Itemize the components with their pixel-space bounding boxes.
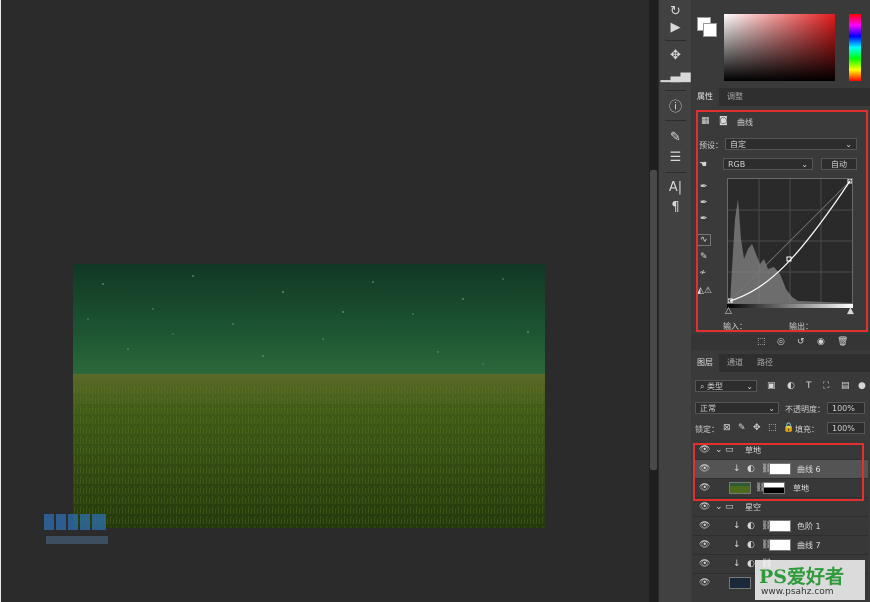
visibility-eye-icon[interactable]: 👁 bbox=[699, 521, 710, 531]
fill-field[interactable]: 100% bbox=[827, 422, 865, 434]
navigator-icon[interactable]: ✥ bbox=[663, 46, 688, 64]
site-watermark: PS爱好者 www.psahz.com bbox=[755, 560, 865, 600]
filter-type-icon[interactable]: T bbox=[806, 381, 812, 391]
blend-mode-value: 正常 bbox=[700, 404, 716, 413]
right-panel-dock: 属性 调整 ▦ ◙ 曲线 预设： 自定 ⌄ ☚ RGB ⌄ 自动 ✒ ✒ ✒ ∿… bbox=[691, 0, 870, 602]
tab-properties[interactable]: 属性 bbox=[691, 88, 719, 106]
tab-adjustments[interactable]: 调整 bbox=[721, 88, 749, 106]
layer-row-curves-7[interactable]: 👁 ↓ ◐ ⛓ 曲线 7 bbox=[693, 536, 868, 555]
filter-pixel-icon[interactable]: ▣ bbox=[767, 381, 776, 391]
clip-to-layer-icon[interactable]: ⬚ bbox=[757, 337, 766, 347]
lock-artboard-icon[interactable]: ⬚ bbox=[768, 423, 777, 433]
adjustment-layer-icon: ◐ bbox=[747, 559, 755, 569]
adjustment-layer-icon: ◐ bbox=[747, 540, 755, 550]
brush-icon[interactable]: ✎ bbox=[663, 128, 688, 146]
properties-footer: ⬚ ◎ ↺ ◉ 🗑 bbox=[691, 334, 870, 350]
layers-highlight-box bbox=[693, 443, 864, 501]
histogram-icon[interactable]: ▁▃▅ bbox=[661, 66, 691, 84]
color-panel bbox=[691, 0, 870, 86]
tab-paths[interactable]: 路径 bbox=[751, 354, 779, 372]
visibility-eye-icon[interactable]: 👁 bbox=[699, 578, 710, 588]
uibq-logo-watermark bbox=[42, 512, 112, 548]
clipping-arrow-icon: ↓ bbox=[733, 559, 741, 569]
panel-icon-strip: ↻ ▶ ✥ ▁▃▅ ⓘ ✎ ☰ A| ¶ bbox=[658, 0, 693, 602]
layer-name: 色阶 1 bbox=[797, 522, 821, 531]
tab-channels[interactable]: 通道 bbox=[721, 354, 749, 372]
properties-tabbar: 属性 调整 bbox=[691, 88, 870, 106]
blend-mode-select[interactable]: 正常 ⌄ bbox=[695, 402, 779, 414]
properties-highlight-box bbox=[696, 110, 868, 332]
layer-name: 曲线 7 bbox=[797, 541, 821, 550]
character-icon[interactable]: A| bbox=[663, 178, 688, 196]
search-icon: ⌕ bbox=[700, 382, 708, 391]
chevron-down-icon[interactable]: ⌄ bbox=[715, 502, 723, 512]
visibility-eye-icon[interactable]: 👁 bbox=[699, 502, 710, 512]
opacity-value: 100% bbox=[832, 404, 855, 413]
lock-position-icon[interactable]: ✥ bbox=[753, 423, 761, 433]
play-icon[interactable]: ▶ bbox=[663, 18, 688, 36]
clipping-arrow-icon: ↓ bbox=[733, 521, 741, 531]
chevron-down-icon: ⌄ bbox=[768, 404, 775, 413]
filter-smart-object-icon[interactable]: ▤ bbox=[841, 381, 850, 391]
layer-name: 星空 bbox=[745, 503, 761, 512]
grass-and-starry-sky-image bbox=[73, 264, 545, 528]
adjustment-layer-icon: ◐ bbox=[747, 521, 755, 531]
layer-mask-thumbnail[interactable] bbox=[769, 539, 791, 551]
document-canvas[interactable] bbox=[1, 0, 649, 602]
reset-icon[interactable]: ↺ bbox=[797, 337, 805, 347]
site-brand-text: PS爱好者 bbox=[759, 566, 845, 588]
lock-image-pixels-icon[interactable]: ✎ bbox=[738, 423, 746, 433]
site-url-text: www.psahz.com bbox=[761, 587, 834, 597]
fill-value: 100% bbox=[832, 424, 855, 433]
color-field[interactable] bbox=[724, 14, 835, 81]
filter-shape-icon[interactable]: ⛶ bbox=[823, 381, 829, 391]
layers-tabbar: 图层 通道 路径 bbox=[691, 354, 870, 372]
lock-all-icon[interactable]: 🔒 bbox=[783, 423, 794, 433]
lock-label: 锁定： bbox=[695, 425, 719, 434]
delete-icon[interactable]: 🗑 bbox=[837, 337, 848, 347]
visibility-eye-icon[interactable]: ◉ bbox=[817, 337, 825, 347]
canvas-image[interactable] bbox=[73, 264, 545, 528]
background-swatch[interactable] bbox=[703, 23, 717, 37]
visibility-eye-icon[interactable]: 👁 bbox=[699, 559, 710, 569]
filter-toggle-icon[interactable]: ● bbox=[858, 381, 866, 391]
adjustments-icon[interactable]: ☰ bbox=[663, 148, 688, 166]
filter-adjustment-icon[interactable]: ◐ bbox=[787, 381, 795, 391]
layer-row-levels-1[interactable]: 👁 ↓ ◐ ⛓ 色阶 1 bbox=[693, 517, 868, 536]
layer-filter-select[interactable]: ⌕ 类型 ⌄ bbox=[695, 380, 757, 392]
layer-thumbnail[interactable] bbox=[729, 577, 751, 589]
paragraph-icon[interactable]: ¶ bbox=[663, 198, 688, 216]
hue-slider[interactable] bbox=[849, 14, 861, 81]
opacity-field[interactable]: 100% bbox=[827, 402, 865, 414]
folder-icon: ▭ bbox=[725, 502, 734, 512]
clipping-arrow-icon: ↓ bbox=[733, 540, 741, 550]
info-icon[interactable]: ⓘ bbox=[663, 96, 688, 115]
tab-layers[interactable]: 图层 bbox=[691, 354, 719, 372]
opacity-label: 不透明度： bbox=[785, 405, 825, 414]
layer-mask-thumbnail[interactable] bbox=[769, 520, 791, 532]
chevron-down-icon: ⌄ bbox=[746, 382, 753, 391]
scrollbar-thumb[interactable] bbox=[650, 170, 657, 470]
lock-transparent-pixels-icon[interactable]: ⊠ bbox=[723, 423, 731, 433]
fill-label: 填充： bbox=[795, 425, 819, 434]
visibility-eye-icon[interactable]: 👁 bbox=[699, 540, 710, 550]
layer-filter-value: 类型 bbox=[707, 382, 724, 391]
view-previous-icon[interactable]: ◎ bbox=[777, 337, 785, 347]
